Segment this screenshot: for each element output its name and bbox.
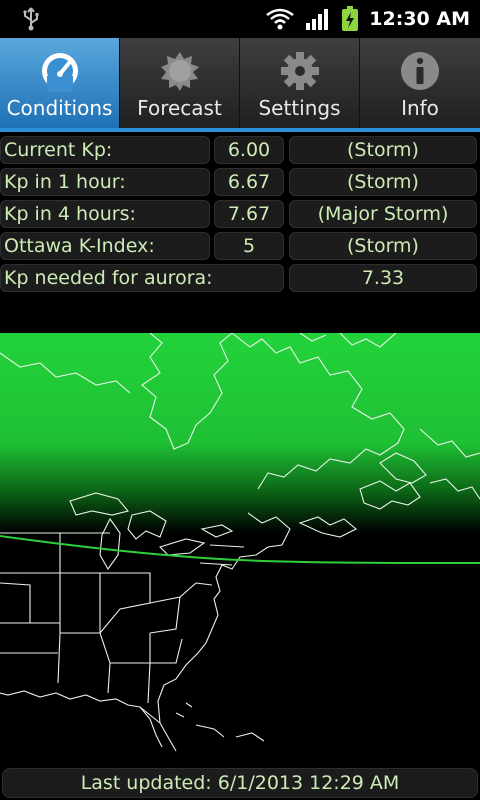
- signal-icon: [306, 9, 329, 30]
- row-value: 5: [214, 232, 284, 260]
- row-status: (Major Storm): [289, 200, 477, 228]
- table-row: Kp in 4 hours: 7.67 (Major Storm): [0, 198, 480, 230]
- row-status: (Storm): [289, 168, 477, 196]
- aurora-needed-value: 7.33: [289, 264, 477, 292]
- aurora-map[interactable]: [0, 333, 480, 753]
- tab-indicator: [0, 128, 480, 132]
- conditions-table: Current Kp: 6.00 (Storm) Kp in 1 hour: 6…: [0, 134, 480, 294]
- gauge-icon: [41, 53, 78, 92]
- last-updated-bar: Last updated: 6/1/2013 12:29 AM: [2, 768, 478, 798]
- row-status: (Storm): [289, 232, 477, 260]
- row-label: Ottawa K-Index:: [0, 232, 210, 260]
- table-row: Kp in 1 hour: 6.67 (Storm): [0, 166, 480, 198]
- row-label: Kp in 4 hours:: [0, 200, 210, 228]
- gear-icon: [280, 52, 319, 90]
- tab-label: Conditions: [6, 96, 113, 120]
- row-label: Current Kp:: [0, 136, 210, 164]
- table-row: Kp needed for aurora: 7.33: [0, 262, 480, 294]
- table-row: Ottawa K-Index: 5 (Storm): [0, 230, 480, 262]
- usb-icon: [23, 7, 39, 31]
- sun-icon: [160, 52, 199, 91]
- tab-conditions[interactable]: Conditions: [0, 38, 120, 130]
- tab-label: Info: [401, 96, 439, 120]
- info-icon: [401, 52, 439, 90]
- table-row: Current Kp: 6.00 (Storm): [0, 134, 480, 166]
- tab-label: Forecast: [137, 96, 222, 120]
- tab-forecast[interactable]: Forecast: [120, 38, 240, 130]
- wifi-icon: [266, 8, 295, 30]
- row-label: Kp in 1 hour:: [0, 168, 210, 196]
- tab-label: Settings: [258, 96, 341, 120]
- tab-info[interactable]: Info: [360, 38, 480, 130]
- row-value: 6.67: [214, 168, 284, 196]
- tab-settings[interactable]: Settings: [240, 38, 360, 130]
- battery-charging-icon: [342, 6, 359, 31]
- row-value: 6.00: [214, 136, 284, 164]
- clock: 12:30 AM: [369, 8, 470, 30]
- aurora-needed-label: Kp needed for aurora:: [0, 264, 284, 292]
- status-bar: 12:30 AM: [0, 0, 480, 38]
- row-value: 7.67: [214, 200, 284, 228]
- aurora-oval: [0, 333, 480, 533]
- row-status: (Storm): [289, 136, 477, 164]
- tab-bar: Conditions Forecast Settings Info: [0, 38, 480, 130]
